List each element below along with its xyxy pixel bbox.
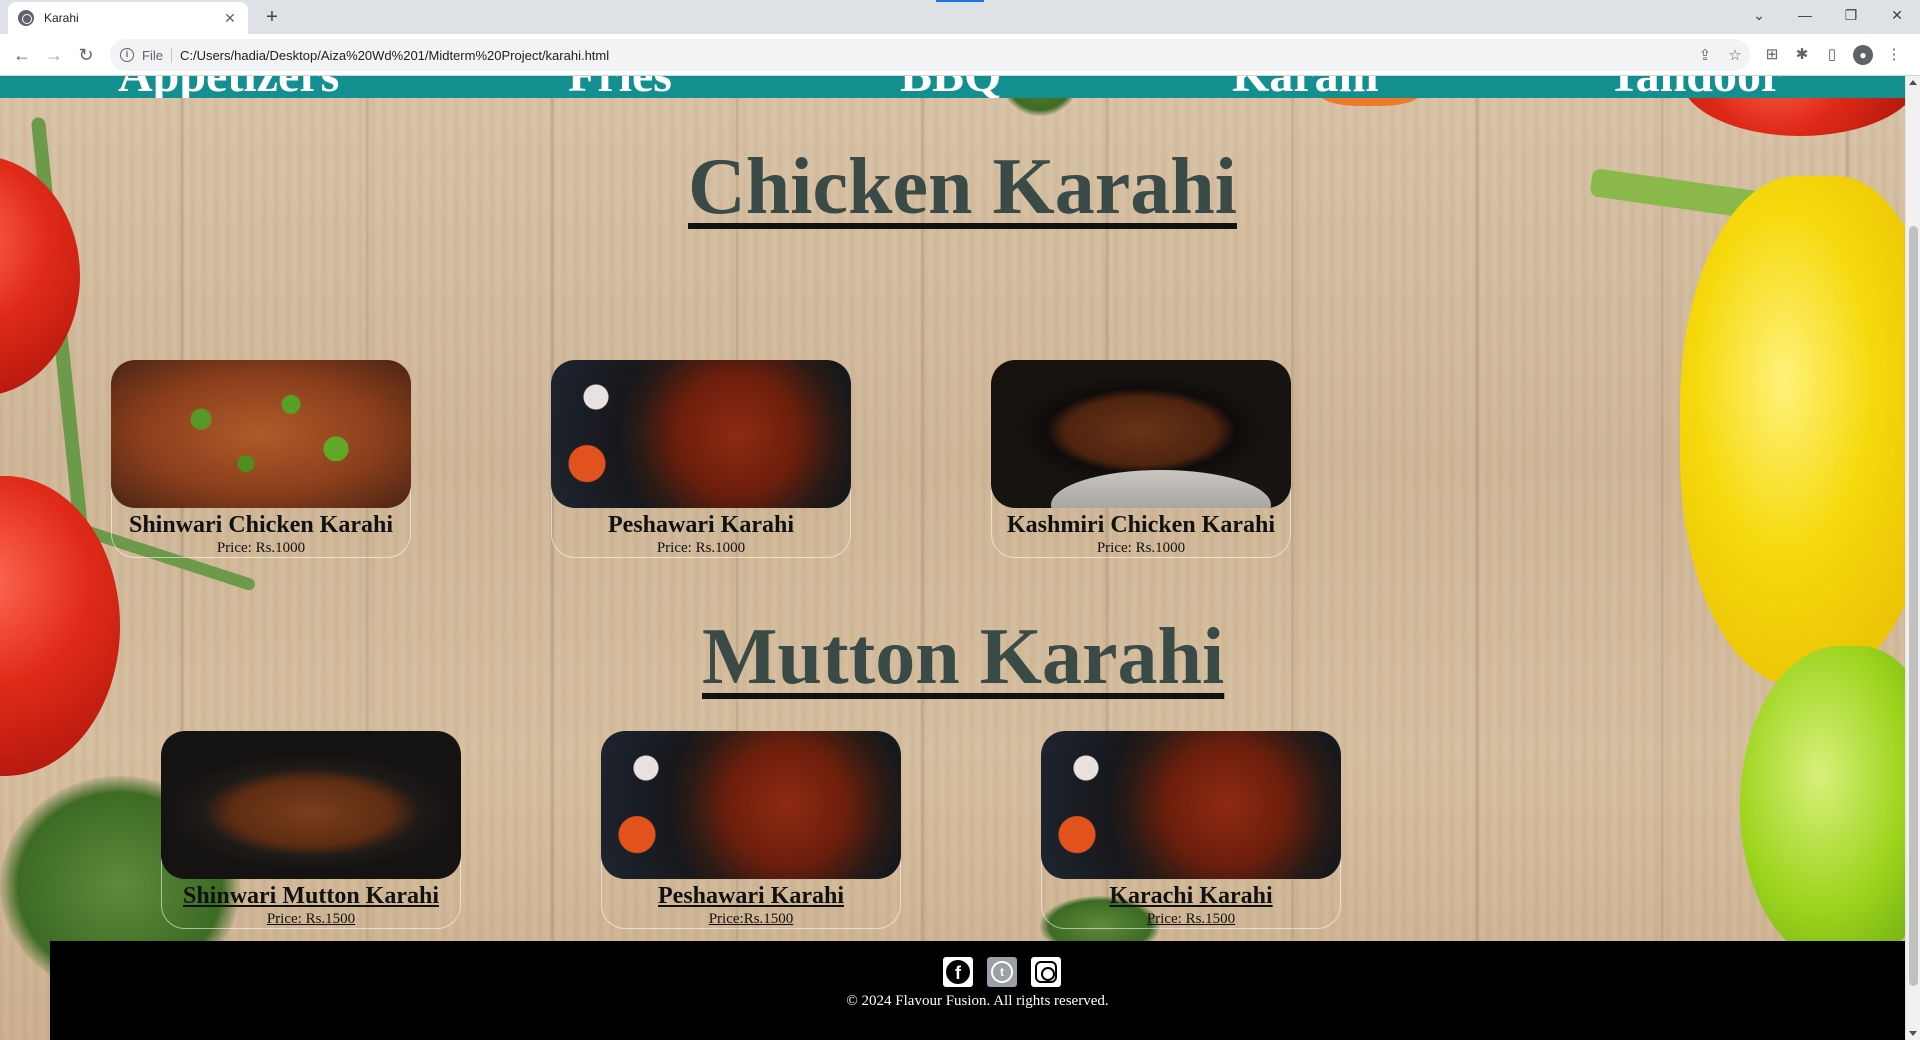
nav-link-tandoor[interactable]: Tandoor — [1608, 76, 1782, 98]
profile-avatar-icon[interactable]: ● — [1853, 45, 1873, 65]
facebook-icon[interactable]: f — [943, 957, 973, 987]
site-footer: f t © 2024 Flavour Fusion. All rights re… — [50, 941, 1905, 1040]
dish-image — [551, 360, 851, 508]
facebook-glyph: f — [946, 960, 970, 984]
dish-image — [991, 360, 1291, 508]
page-scrollbar[interactable] — [1905, 76, 1920, 1040]
instagram-glyph — [1035, 961, 1057, 983]
back-button[interactable]: ← — [10, 43, 34, 67]
instagram-icon[interactable] — [1031, 957, 1061, 987]
browser-tab-strip: Karahi ✕ + ⌄ — ❐ ✕ — [0, 0, 1920, 34]
side-panel-icon[interactable]: ▯ — [1820, 43, 1844, 67]
green-pepper-decoration — [1740, 646, 1920, 966]
minimize-button[interactable]: — — [1782, 0, 1828, 30]
tab-close-icon[interactable]: ✕ — [222, 10, 238, 27]
extension-add-icon[interactable]: ⊞ — [1760, 43, 1784, 67]
dish-name[interactable]: Shinwari Mutton Karahi — [161, 883, 461, 910]
browser-tab-karahi[interactable]: Karahi ✕ — [8, 2, 248, 34]
dish-image — [1041, 731, 1341, 879]
section-title-chicken-karahi: Chicken Karahi — [688, 143, 1237, 231]
share-icon[interactable]: ⇪ — [1690, 46, 1720, 64]
address-bar[interactable]: i File C:/Users/hadia/Desktop/Aiza%20Wd%… — [110, 39, 1750, 71]
dish-name[interactable]: Karachi Karahi — [1041, 883, 1341, 910]
url-scheme: File — [142, 47, 172, 63]
menu-card[interactable]: Shinwari Mutton Karahi Price: Rs.1500 — [161, 731, 461, 931]
dish-image — [161, 731, 461, 879]
dish-price[interactable]: Price:Rs.1500 — [601, 911, 901, 928]
nav-link-fries[interactable]: Fries — [568, 76, 672, 98]
url-text[interactable]: C:/Users/hadia/Desktop/Aiza%20Wd%201/Mid… — [180, 48, 1690, 63]
scroll-up-arrow-icon[interactable] — [1909, 80, 1917, 85]
close-window-button[interactable]: ✕ — [1874, 0, 1920, 30]
dish-price: Price: Rs.1000 — [656, 540, 746, 556]
extensions-puzzle-icon[interactable]: ✱ — [1790, 43, 1814, 67]
dish-image — [111, 360, 411, 508]
nav-link-appetizers[interactable]: Appetizers — [118, 76, 339, 98]
site-navbar: Appetizers Fries BBQ Karahi Tandoor — [0, 76, 1905, 98]
new-tab-button[interactable]: + — [260, 6, 284, 30]
menu-card[interactable]: Shinwari Chicken Karahi Price: Rs.1000 — [111, 360, 411, 560]
menu-card[interactable]: Peshawari Karahi Price: Rs.1000 — [551, 360, 851, 560]
dish-price[interactable]: Price: Rs.1500 — [1041, 911, 1341, 928]
scroll-down-arrow-icon[interactable] — [1909, 1031, 1917, 1036]
tab-title: Karahi — [44, 11, 79, 25]
dish-price[interactable]: Price: Rs.1500 — [161, 911, 461, 928]
twitter-icon[interactable]: t — [987, 957, 1017, 987]
info-icon[interactable]: i — [120, 48, 134, 62]
section-title-mutton-karahi: Mutton Karahi — [702, 613, 1225, 701]
scrollbar-thumb[interactable] — [1909, 226, 1918, 986]
dish-name: Shinwari Chicken Karahi — [128, 512, 394, 538]
tab-search-dropdown-icon[interactable]: ⌄ — [1736, 0, 1782, 30]
dish-name: Kashmiri Chicken Karahi — [1006, 512, 1276, 538]
reload-button[interactable]: ↻ — [74, 43, 98, 67]
browser-toolbar: ← → ↻ i File C:/Users/hadia/Desktop/Aiza… — [0, 34, 1920, 76]
menu-card[interactable]: Peshawari Karahi Price:Rs.1500 — [601, 731, 901, 931]
bookmark-star-icon[interactable]: ☆ — [1720, 46, 1750, 64]
yellow-pepper-decoration — [1680, 176, 1920, 686]
twitter-glyph: t — [991, 961, 1013, 983]
restore-button[interactable]: ❐ — [1828, 0, 1874, 30]
dish-name: Peshawari Karahi — [608, 512, 794, 538]
tomato-bottom-decoration — [0, 476, 120, 776]
dish-price: Price: Rs.1000 — [1096, 540, 1186, 556]
page-viewport: Appetizers Fries BBQ Karahi Tandoor Chic… — [0, 76, 1920, 1040]
nav-link-karahi[interactable]: Karahi — [1232, 76, 1379, 98]
dish-name[interactable]: Peshawari Karahi — [601, 883, 901, 910]
menu-card[interactable]: Kashmiri Chicken Karahi Price: Rs.1000 — [991, 360, 1291, 560]
forward-button[interactable]: → — [42, 43, 66, 67]
tab-strip-accent — [936, 0, 984, 2]
globe-icon — [18, 10, 34, 26]
dish-price: Price: Rs.1000 — [216, 540, 306, 556]
footer-copyright: © 2024 Flavour Fusion. All rights reserv… — [846, 993, 1109, 1009]
nav-link-bbq[interactable]: BBQ — [900, 76, 1001, 98]
menu-card[interactable]: Karachi Karahi Price: Rs.1500 — [1041, 731, 1341, 931]
dish-image — [601, 731, 901, 879]
menu-kebab-icon[interactable]: ⋮ — [1882, 43, 1906, 67]
